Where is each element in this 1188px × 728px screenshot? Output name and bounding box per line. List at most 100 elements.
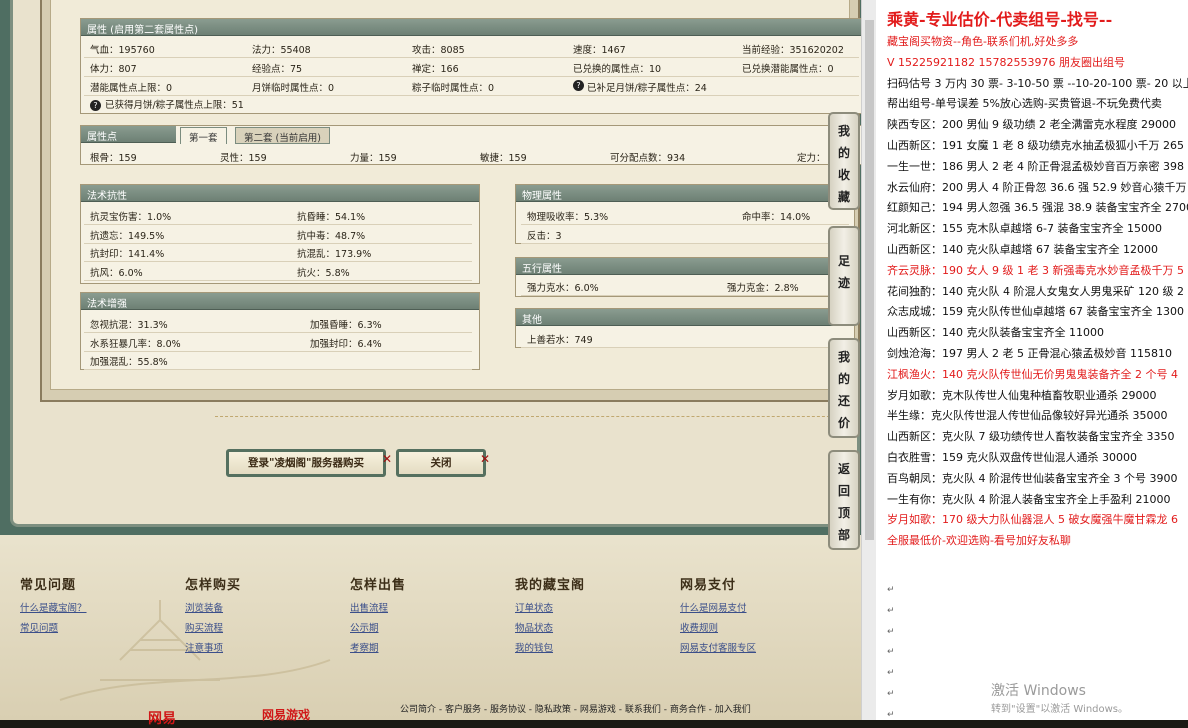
row-divider bbox=[521, 224, 849, 225]
note-line: 花间独酌：140 克火队 4 阶混人女鬼女人男鬼采矿 120 级 2 bbox=[887, 284, 1184, 298]
point-value: 定力： bbox=[797, 153, 826, 164]
attr-value: 潜能属性点上限：0 bbox=[90, 83, 173, 94]
note-line: 陕西专区：200 男仙 9 级功绩 2 老全满雷克水程度 29000 bbox=[887, 118, 1176, 132]
side-button[interactable]: 我的收藏 bbox=[828, 112, 860, 210]
tab-first-set[interactable]: 第一套 bbox=[180, 127, 227, 144]
row-divider bbox=[84, 279, 472, 281]
physical-title: 物理属性 bbox=[516, 185, 854, 202]
note-line: 岁月如歌：克木队传世人仙鬼种植畜牧职业通杀 29000 bbox=[887, 388, 1157, 402]
point-value: 根骨：159 bbox=[90, 153, 137, 164]
footer-heading: 网易支付 bbox=[680, 578, 737, 593]
paragraph-mark: ↵ bbox=[887, 668, 895, 679]
row-divider bbox=[521, 242, 849, 244]
notepad-panel: 乘黄-专业估价-代卖组号-找号-- 藏宝阁买物资--角色-联系们机,好处多多 V … bbox=[876, 0, 1188, 720]
tab-second-set[interactable]: 第二套 (当前启用) bbox=[235, 127, 330, 144]
side-button[interactable]: 返回顶部 bbox=[828, 450, 860, 550]
row-divider bbox=[521, 347, 849, 348]
close-button[interactable]: 关闭 bbox=[396, 449, 486, 477]
point-value: 敏捷：159 bbox=[480, 153, 527, 164]
netease-game-logo: 网易游戏 bbox=[262, 708, 311, 722]
row-divider bbox=[84, 224, 472, 225]
footer-link[interactable]: 什么是藏宝阁？ bbox=[20, 600, 87, 614]
spell-boost-title: 法术增强 bbox=[81, 293, 479, 310]
footer-link[interactable]: 我的钱包 bbox=[515, 640, 553, 654]
row-divider bbox=[84, 261, 472, 262]
footer-link[interactable]: 出售流程 bbox=[350, 600, 388, 614]
note-line: 水云仙府：200 男人 4 阶正骨忽 36.6 强 52.9 妙音心猿千万 bbox=[887, 180, 1187, 194]
side-button-char: 我 bbox=[837, 350, 850, 364]
side-button[interactable]: 我的还价 bbox=[828, 338, 860, 438]
stat-value: 抗封印：141.4% bbox=[90, 249, 165, 260]
close-mark-icon: ✕ bbox=[480, 452, 491, 466]
stat-value: 抗混乱：173.9% bbox=[297, 249, 372, 260]
point-value: 灵性：159 bbox=[220, 153, 267, 164]
footer-link[interactable]: 浏览装备 bbox=[185, 600, 223, 614]
side-button-char: 的 bbox=[837, 146, 850, 160]
footer-link[interactable]: 公示期 bbox=[350, 620, 379, 634]
paragraph-mark: ↵ bbox=[887, 626, 895, 637]
stat-value: 强力克金：2.8% bbox=[727, 283, 799, 294]
note-line: 山西新区：140 克火队装备宝宝齐全 11000 bbox=[887, 326, 1104, 340]
footer-link[interactable]: 网易支付客服专区 bbox=[680, 640, 756, 654]
points-title: 属性点 bbox=[81, 126, 176, 143]
close-mark-icon: ✕ bbox=[382, 452, 393, 466]
activate-windows-hint: 转到"设置"以激活 Windows。 bbox=[991, 704, 1129, 715]
stat-value: 忽视抗混：31.3% bbox=[90, 320, 168, 331]
stat-value: 抗中毒：48.7% bbox=[297, 230, 366, 242]
buy-on-server-button[interactable]: 登录"凌烟阁"服务器购买 bbox=[226, 449, 386, 477]
side-button-char: 返 bbox=[837, 462, 850, 476]
note-line: 齐云灵脉：190 女人 9 级 1 老 3 新强毒克水妙音孟极千万 5 bbox=[887, 263, 1184, 277]
footer-link[interactable]: 物品状态 bbox=[515, 620, 553, 634]
footer-pagoda-art bbox=[59, 600, 331, 701]
footer-links[interactable]: 公司简介 - 客户服务 - 服务协议 - 隐私政策 - 网易游戏 - 联系我们 … bbox=[400, 702, 751, 715]
other-title: 其他 bbox=[516, 309, 854, 326]
point-value: 可分配点数：934 bbox=[610, 153, 686, 164]
scrollbar-thumb[interactable] bbox=[865, 20, 874, 540]
stat-value: 抗遗忘：149.5% bbox=[90, 230, 165, 242]
attr-value: 粽子临时属性点：0 bbox=[412, 83, 495, 94]
note-line: 帮出组号-单号误差 5%放心选购-买贵管退-不玩免费代卖 bbox=[887, 97, 1162, 111]
row-divider bbox=[84, 76, 859, 77]
attributes-title: 属性 (启用第二套属性点) bbox=[81, 19, 861, 36]
footer-link[interactable]: 注意事项 bbox=[185, 640, 223, 654]
stat-value: 抗灵宝伤害：1.0% bbox=[90, 212, 172, 223]
attr-note: ? 已获得月饼/粽子属性点上限：51 bbox=[90, 97, 244, 112]
divider bbox=[215, 416, 855, 417]
footer-link[interactable]: 什么是网易支付 bbox=[680, 600, 747, 614]
footer-link[interactable]: 常见问题 bbox=[20, 620, 58, 634]
question-icon: ? bbox=[90, 100, 101, 111]
stat-value: 反击：3 bbox=[527, 230, 562, 242]
footer-heading: 怎样出售 bbox=[350, 578, 407, 593]
note-line: 红颜知己：194 男人忽强 36.5 强混 38.9 装备宝宝齐全 2700 bbox=[887, 201, 1188, 215]
stat-value: 加强混乱：55.8% bbox=[90, 357, 168, 368]
note-line: 一生一世：186 男人 2 老 4 阶正骨混孟极妙音百万亲密 398 bbox=[887, 159, 1184, 173]
footer-link[interactable]: 收费规则 bbox=[680, 620, 718, 634]
note-line: 全服最低价-欢迎选购-看号加好友私聊 bbox=[887, 534, 1071, 548]
note-line: 山西新区：191 女魔 1 老 8 级功绩克水抽孟极狐小千万 265 bbox=[887, 139, 1184, 152]
note-line: V 15225921182 15782553976 朋友圈出组号 bbox=[887, 55, 1125, 69]
question-icon: ? bbox=[573, 80, 584, 91]
paragraph-mark: ↵ bbox=[887, 709, 895, 720]
stat-value: 上善若水：749 bbox=[527, 335, 593, 346]
attr-value: 气血：195760 bbox=[90, 45, 155, 56]
attr-value: 经验点：75 bbox=[252, 64, 303, 75]
footer-link[interactable]: 订单状态 bbox=[515, 600, 553, 614]
attr-value: 禅定：166 bbox=[412, 64, 459, 75]
footer-link[interactable]: 考察期 bbox=[350, 640, 379, 654]
side-button-char: 足 bbox=[837, 254, 850, 268]
note-line: 江枫渔火：140 克火队传世仙无价男鬼鬼装备齐全 2 个号 4 bbox=[887, 367, 1178, 381]
side-button-char: 藏 bbox=[837, 190, 850, 204]
side-button-char: 收 bbox=[837, 168, 850, 182]
attr-value: 体力：807 bbox=[90, 64, 137, 75]
note-line: 山西新区：克火队 7 级功绩传世人畜牧装备宝宝齐全 3350 bbox=[887, 430, 1175, 444]
side-button[interactable]: 足迹 bbox=[828, 226, 860, 326]
note-line: 白衣胜雪：159 克火队双盘传世仙混人通杀 30000 bbox=[887, 451, 1137, 464]
game-page: 属性 (启用第二套属性点) ? 已获得月饼/粽子属性点上限：51 属性点 第一套 … bbox=[0, 0, 861, 727]
footer-link[interactable]: 购买流程 bbox=[185, 620, 223, 634]
stat-value: 抗风：6.0% bbox=[90, 267, 143, 279]
footer bbox=[0, 540, 861, 720]
scrollbar[interactable] bbox=[861, 0, 876, 720]
spell-resist-title: 法术抗性 bbox=[81, 185, 479, 202]
note-line: 山西新区：140 克火队卓越塔 67 装备宝宝齐全 12000 bbox=[887, 243, 1158, 256]
side-button-char: 价 bbox=[837, 416, 850, 430]
